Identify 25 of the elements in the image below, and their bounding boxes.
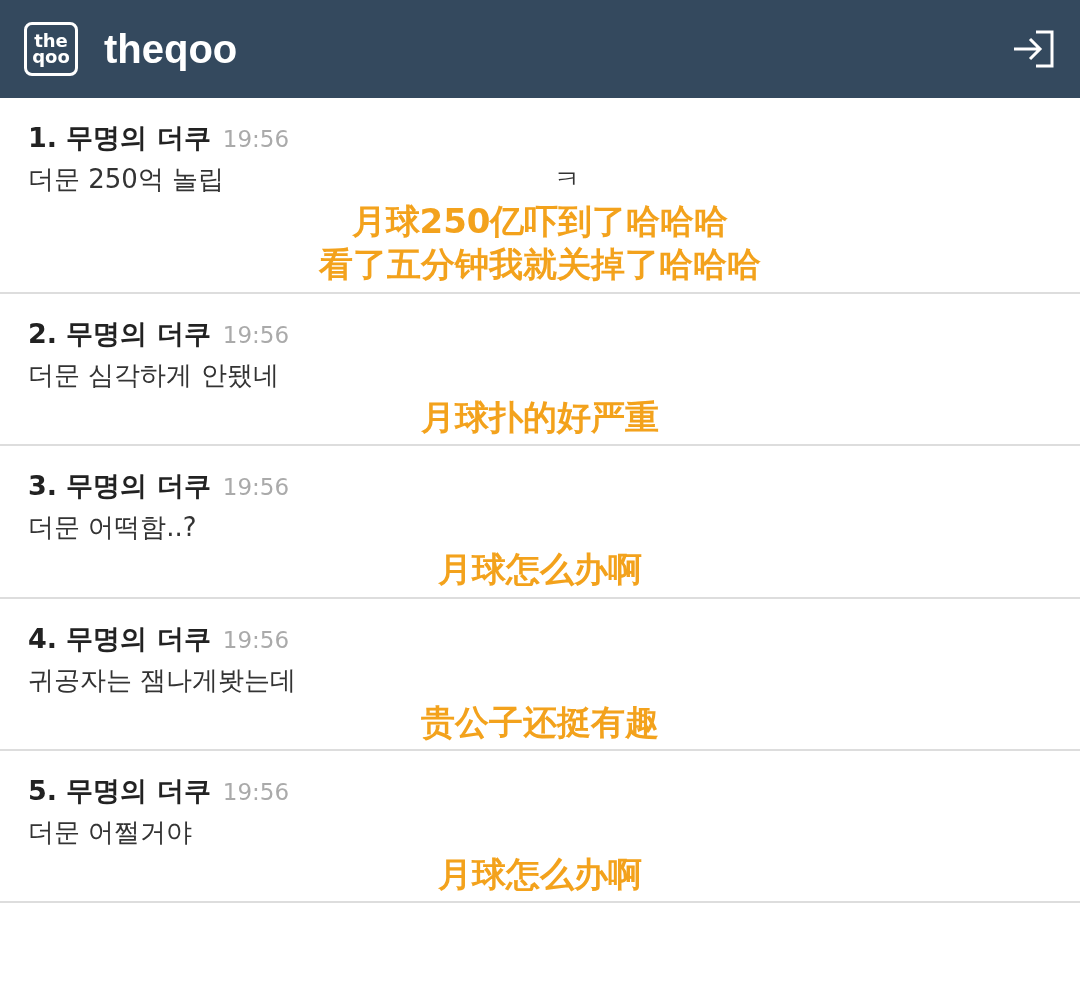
comment-author: 1. 무명의 더쿠 — [28, 121, 211, 155]
translation-caption: 月球怎么办啊 — [438, 855, 642, 894]
comment-text: 귀공자는 잼나게봣는데 — [28, 663, 297, 697]
comment-text: ㅋ — [554, 163, 581, 196]
comment-text: 더문 250억 놀립 — [28, 163, 225, 196]
site-title: theqoo — [104, 26, 239, 72]
comment-author: 5. 무명의 더쿠 — [28, 773, 211, 808]
comment-time: 19:56 — [222, 474, 290, 501]
translation-caption: 月球250亿吓到了哈哈哈 — [351, 203, 729, 241]
translation-caption: 月球怎么办啊 — [438, 551, 642, 589]
comment-text: 더문 어쩔거야 — [28, 815, 193, 849]
comment-author: 2. 무명의 더쿠 — [28, 316, 211, 351]
translation-caption: 贵公子还挺有趣 — [421, 703, 659, 741]
comment-text: 더문 어떡함..? — [28, 511, 197, 545]
logo-text: the — [34, 32, 68, 49]
logo-text: qoo — [32, 49, 70, 66]
comment-text: 더문 심각하게 안됐네 — [28, 358, 279, 392]
comment-time: 19:56 — [222, 321, 290, 348]
comment-time: 19:56 — [222, 778, 290, 805]
comment-time: 19:56 — [222, 126, 290, 152]
translation-caption: 月球扑的好严重 — [421, 398, 659, 437]
comment-time: 19:56 — [222, 626, 290, 653]
comment-author: 4. 무명의 더쿠 — [28, 621, 211, 656]
comment-author: 3. 무명의 더쿠 — [28, 469, 211, 504]
translation-caption: 看了五分钟我就关掉了哈哈哈 — [319, 246, 761, 284]
